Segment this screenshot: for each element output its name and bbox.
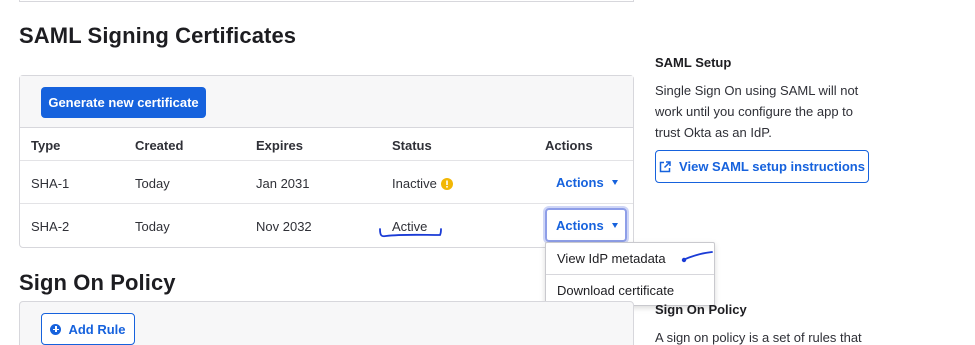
- cell-type: SHA-2: [31, 219, 70, 234]
- cell-type: SHA-1: [31, 176, 70, 191]
- saml-certificates-title: SAML Signing Certificates: [19, 23, 297, 48]
- warning-icon: [440, 177, 453, 190]
- table-header-divider: [20, 160, 633, 161]
- generate-certificate-button[interactable]: Generate new certificate: [41, 87, 206, 118]
- actions-dropdown-button[interactable]: Actions: [547, 168, 627, 196]
- column-header-created: Created: [135, 138, 184, 153]
- column-header-actions: Actions: [545, 138, 593, 153]
- sign-on-policy-side-title: Sign On Policy: [655, 302, 747, 317]
- previous-section-panel: [19, 0, 634, 2]
- actions-dropdown-button[interactable]: Actions: [545, 208, 627, 242]
- caret-down-icon: [611, 179, 618, 185]
- cell-expires: Jan 2031: [256, 176, 310, 191]
- cell-created: Today: [135, 176, 170, 191]
- actions-dropdown-menu: View IdP metadata Download certificate: [545, 242, 715, 306]
- cell-created: Today: [135, 219, 170, 234]
- external-link-icon: [659, 160, 671, 172]
- status-label: Inactive: [392, 176, 437, 191]
- add-rule-label: Add Rule: [68, 321, 126, 337]
- menu-item-view-idp-metadata[interactable]: View IdP metadata: [546, 243, 714, 274]
- view-instructions-label: View SAML setup instructions: [679, 159, 865, 174]
- actions-label: Actions: [556, 174, 604, 190]
- add-rule-button[interactable]: Add Rule: [41, 313, 135, 345]
- sign-on-policy-title: Sign On Policy: [19, 270, 176, 295]
- cell-status: Active: [392, 219, 428, 234]
- column-header-expires: Expires: [256, 138, 303, 153]
- actions-label: Actions: [556, 217, 604, 233]
- plus-circle-icon: [50, 323, 62, 335]
- saml-setup-description: Single Sign On using SAML will not work …: [655, 83, 859, 140]
- certificates-card-header: Generate new certificate: [20, 76, 633, 128]
- table-row-divider: [20, 203, 633, 204]
- caret-down-icon: [611, 222, 618, 228]
- sign-on-policy-card: Add Rule: [19, 301, 634, 345]
- cell-status: Inactive: [392, 176, 453, 191]
- view-saml-instructions-button[interactable]: View SAML setup instructions: [655, 150, 869, 183]
- cell-expires: Nov 2032: [256, 219, 312, 234]
- saml-setup-title: SAML Setup: [655, 55, 732, 70]
- sign-on-policy-side-text: A sign on policy is a set of rules that: [655, 330, 862, 345]
- certificates-card: Generate new certificate Type Created Ex…: [19, 75, 634, 248]
- column-header-status: Status: [392, 138, 432, 153]
- column-header-type: Type: [31, 138, 61, 153]
